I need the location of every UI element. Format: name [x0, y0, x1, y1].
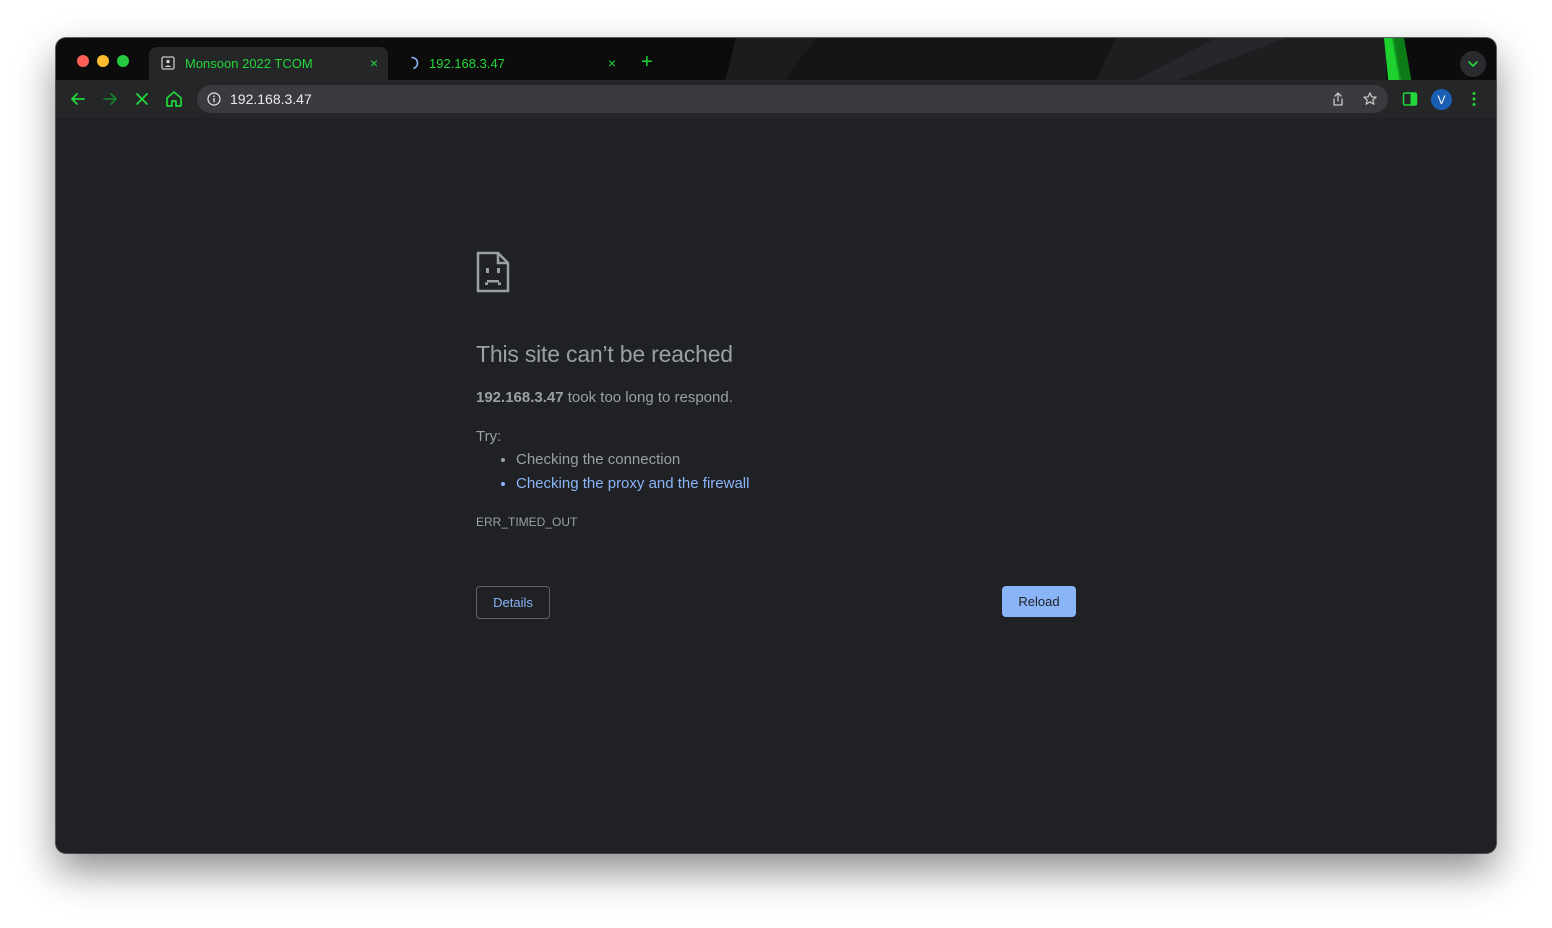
error-host: 192.168.3.47 — [476, 389, 564, 406]
error-page: This site can’t be reached 192.168.3.47 … — [56, 118, 1496, 853]
home-icon[interactable] — [164, 89, 184, 109]
close-tab-button[interactable]: × — [608, 55, 616, 71]
tab-monsoon[interactable]: Monsoon 2022 TCOM × — [149, 47, 388, 80]
details-button[interactable]: Details — [476, 586, 550, 619]
loading-spinner-icon — [411, 56, 419, 69]
side-panel-icon[interactable] — [1402, 91, 1418, 107]
address-bar[interactable]: 192.168.3.47 — [197, 85, 1388, 113]
suggestion-check-proxy-link[interactable]: Checking the proxy and the firewall — [516, 472, 749, 496]
tab-title: 192.168.3.47 — [429, 56, 505, 71]
toolbar: 192.168.3.47 V — [56, 80, 1496, 118]
share-icon[interactable] — [1330, 91, 1346, 107]
close-window-button[interactable] — [77, 55, 89, 67]
minimize-window-button[interactable] — [97, 55, 109, 67]
tab-ip-address[interactable]: 192.168.3.47 × — [393, 47, 626, 80]
tab-search-button[interactable] — [1460, 51, 1486, 77]
tab-search-icon — [1468, 61, 1478, 67]
info-icon[interactable] — [207, 92, 221, 106]
error-title: This site can’t be reached — [476, 341, 733, 367]
try-label: Try: — [476, 428, 502, 445]
reload-button[interactable]: Reload — [1002, 586, 1076, 617]
browser-window: Monsoon 2022 TCOM × 192.168.3.47 × + 192… — [56, 38, 1496, 853]
forward-icon[interactable] — [100, 89, 120, 109]
new-tab-button[interactable]: + — [641, 52, 653, 72]
suggestion-check-connection: Checking the connection — [516, 448, 749, 472]
stop-icon[interactable] — [132, 89, 152, 109]
back-icon[interactable] — [68, 89, 88, 109]
close-tab-button[interactable]: × — [370, 55, 378, 71]
bookmark-star-icon[interactable] — [1362, 91, 1378, 107]
sad-page-icon — [476, 251, 510, 293]
tab-strip: Monsoon 2022 TCOM × 192.168.3.47 × + 192… — [56, 38, 1496, 118]
profile-avatar[interactable]: V — [1431, 89, 1452, 110]
error-description: 192.168.3.47 took too long to respond. — [476, 389, 733, 406]
page-favicon-icon — [161, 56, 175, 70]
menu-icon[interactable] — [1466, 90, 1482, 108]
tab-title: Monsoon 2022 TCOM — [185, 56, 313, 71]
zoom-window-button[interactable] — [117, 55, 129, 67]
error-description-text: took too long to respond. — [563, 389, 733, 406]
url-text[interactable]: 192.168.3.47 — [230, 91, 312, 107]
error-code: ERR_TIMED_OUT — [476, 515, 578, 529]
suggestion-list: Checking the connection Checking the pro… — [476, 448, 749, 496]
